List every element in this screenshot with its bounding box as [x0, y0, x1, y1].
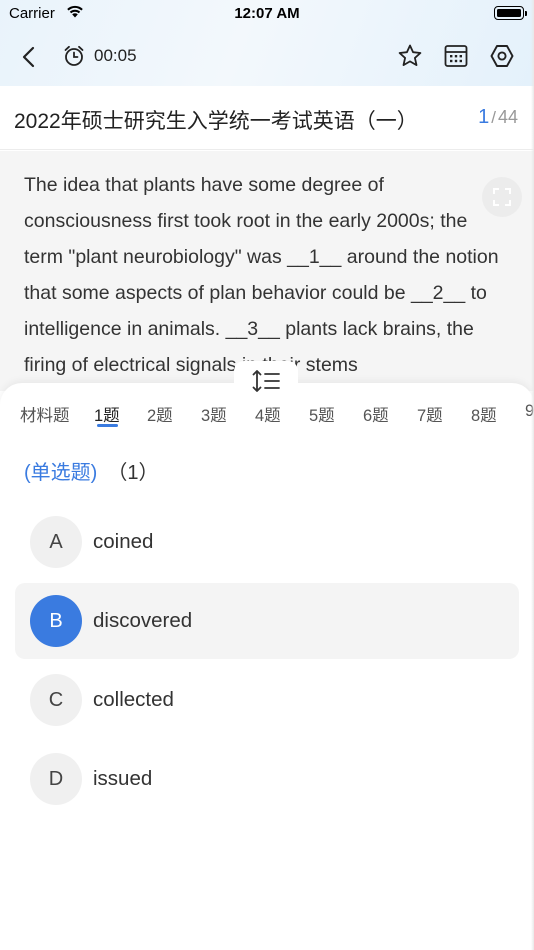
tab-question-5[interactable]: 5题	[309, 402, 335, 426]
question-number: （1）	[107, 462, 159, 484]
calculator-grid-icon	[444, 45, 468, 67]
tab-material[interactable]: 材料题	[20, 402, 70, 426]
option-c[interactable]: C collected	[15, 662, 519, 738]
tab-question-3[interactable]: 3题	[201, 402, 227, 426]
active-tab-indicator	[97, 424, 118, 427]
fullscreen-button[interactable]	[482, 177, 522, 217]
option-b[interactable]: B discovered	[15, 583, 519, 659]
resize-handle[interactable]	[234, 361, 298, 401]
tab-question-7[interactable]: 7题	[417, 402, 443, 426]
question-sheet: 材料题 1题 2题 3题 4题 5题 6题 7题 8题 9 (单选题) （1） A…	[0, 383, 534, 950]
tab-question-6[interactable]: 6题	[363, 402, 389, 426]
passage-text: The idea that plants have some degree of…	[24, 174, 499, 376]
fullscreen-icon	[493, 188, 511, 206]
option-letter: D	[30, 753, 82, 805]
exam-title-bar: 2022年硕士研究生入学统一考试英语（一） 1/44	[0, 86, 534, 150]
total-question-count: 44	[497, 107, 518, 127]
option-letter: B	[30, 595, 82, 647]
favorite-button[interactable]	[396, 42, 424, 70]
exam-title: 2022年硕士研究生入学统一考试英语（一）	[14, 110, 418, 133]
battery-icon	[494, 6, 527, 20]
tab-question-4[interactable]: 4题	[255, 402, 281, 426]
tab-question-8[interactable]: 8题	[471, 402, 497, 426]
tab-question-1[interactable]: 1题	[94, 402, 120, 426]
question-progress: 1/44	[478, 106, 518, 129]
option-a[interactable]: A coined	[15, 504, 519, 580]
option-text: collected	[93, 688, 174, 711]
passage-panel[interactable]: The idea that plants have some degree of…	[0, 151, 534, 391]
question-label: (单选题) （1）	[24, 456, 158, 485]
nav-bar: 00:05	[0, 30, 534, 82]
status-bar: Carrier 12:07 AM	[0, 0, 534, 28]
status-time: 12:07 AM	[234, 5, 300, 22]
answer-sheet-button[interactable]	[442, 42, 470, 70]
hexagon-gear-icon	[490, 45, 514, 67]
line-height-icon	[252, 370, 280, 392]
timer-value: 00:05	[94, 46, 137, 65]
chevron-left-icon	[22, 46, 35, 68]
settings-button[interactable]	[488, 42, 516, 70]
current-question-number: 1	[478, 106, 490, 128]
question-tabs: 材料题 1题 2题 3题 4题 5题 6题 7题 8题 9	[0, 402, 534, 442]
option-text: coined	[93, 530, 154, 553]
progress-separator: /	[491, 108, 496, 127]
alarm-clock-icon	[64, 45, 84, 66]
option-letter: C	[30, 674, 82, 726]
question-type: (单选题)	[24, 462, 98, 484]
option-letter: A	[30, 516, 82, 568]
back-button[interactable]	[14, 42, 44, 72]
star-icon	[398, 44, 422, 66]
header-area: Carrier 12:07 AM 00:05	[0, 0, 534, 86]
option-d[interactable]: D issued	[15, 741, 519, 817]
tab-question-2[interactable]: 2题	[147, 402, 173, 426]
option-text: issued	[93, 767, 153, 790]
timer: 00:05	[62, 43, 137, 69]
option-text: discovered	[93, 609, 193, 632]
